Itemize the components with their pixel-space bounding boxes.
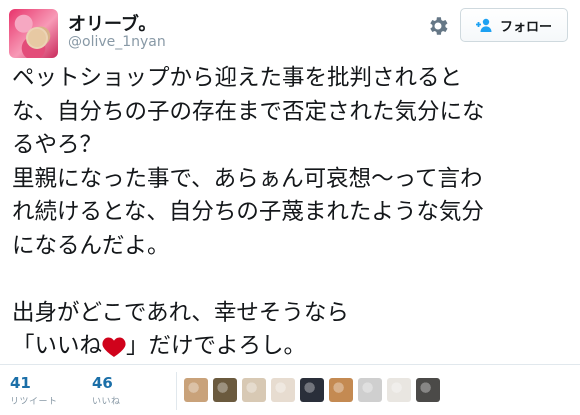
gear-icon[interactable] <box>426 14 450 38</box>
liker-avatar-9[interactable] <box>416 378 440 402</box>
tweet-text: ペットショップから迎えた事を批判されると な、自分ちの子の存在まで否定された気分… <box>12 62 572 364</box>
follow-button[interactable]: フォロー <box>460 8 568 42</box>
liker-avatar-1[interactable] <box>184 378 208 402</box>
likes-stat[interactable]: 46 いいね <box>92 374 121 407</box>
retweets-count: 41 <box>10 374 31 392</box>
retweets-stat[interactable]: 41 リツイート <box>10 374 58 407</box>
liker-avatar-3[interactable] <box>242 378 266 402</box>
liker-avatar-7[interactable] <box>358 378 382 402</box>
author-handle[interactable]: @olive_1nyan <box>68 34 166 50</box>
liker-avatar-6[interactable] <box>329 378 353 402</box>
stats-vertical-divider <box>176 372 177 410</box>
follow-button-label: フォロー <box>499 19 552 35</box>
author-avatar[interactable] <box>9 9 58 58</box>
liker-avatar-2[interactable] <box>213 378 237 402</box>
liker-avatars <box>184 378 440 402</box>
liker-avatar-5[interactable] <box>300 378 324 402</box>
retweets-label: リツイート <box>10 397 58 407</box>
avatar-face <box>26 27 48 49</box>
person-plus-icon <box>475 18 492 32</box>
author-display-name[interactable]: オリーブ。 <box>68 10 156 36</box>
stats-divider <box>0 364 580 365</box>
likes-label: いいね <box>92 397 121 407</box>
tweet-body-end: 」だけでよろし。 <box>126 333 307 359</box>
heart-icon <box>102 337 126 357</box>
likes-count: 46 <box>92 374 113 392</box>
liker-avatar-4[interactable] <box>271 378 295 402</box>
liker-avatar-8[interactable] <box>387 378 411 402</box>
tweet-body: ペットショップから迎えた事を批判されると な、自分ちの子の存在まで否定された気分… <box>12 65 485 359</box>
